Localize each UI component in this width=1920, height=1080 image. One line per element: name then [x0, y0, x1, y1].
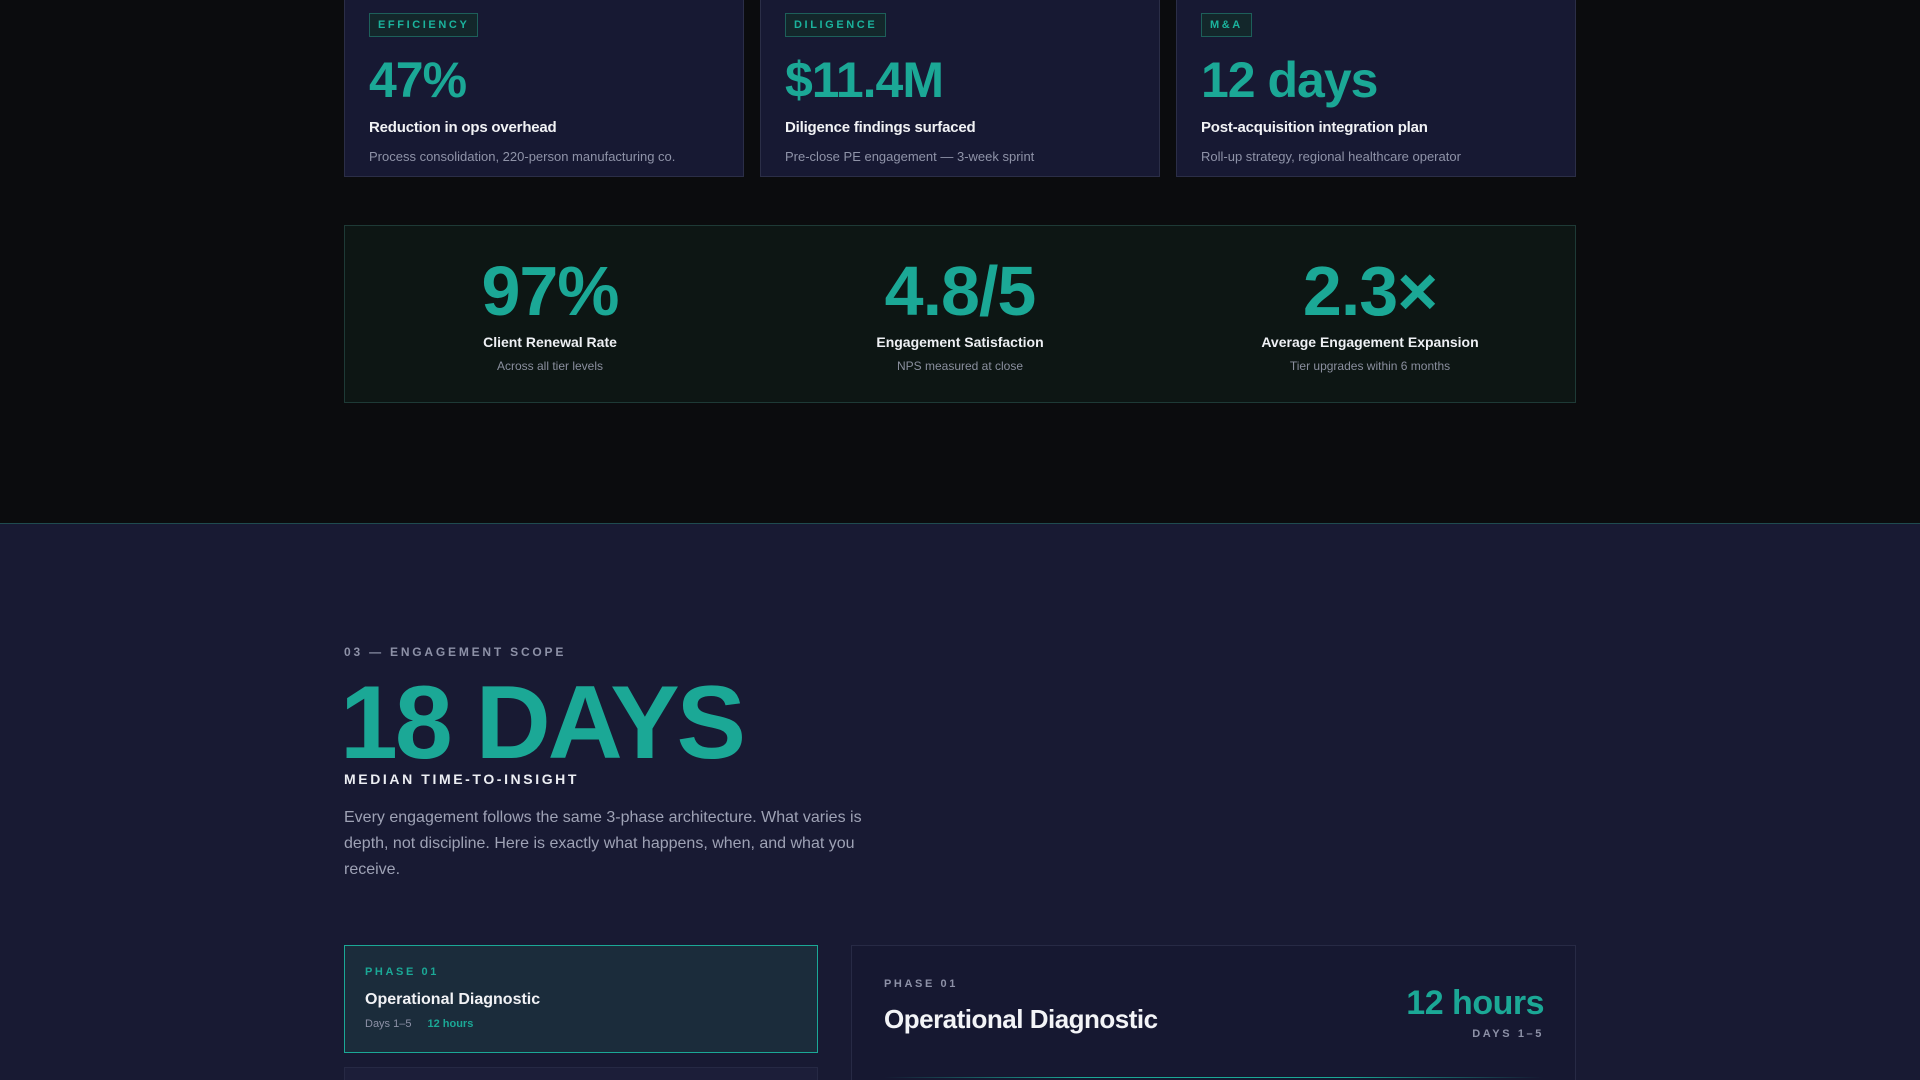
phase-tab-02[interactable]	[344, 1067, 818, 1080]
phase-name: Operational Diagnostic	[365, 991, 541, 1008]
case-value: $11.4M	[785, 52, 944, 108]
stat-title: Client Renewal Rate	[483, 334, 617, 350]
case-study-row: EFFICIENCY 47% Reduction in ops overhead…	[344, 0, 1576, 177]
engagement-scope-section: 03 — ENGAGEMENT SCOPE 18 DAYS MEDIAN TIM…	[0, 523, 1920, 1080]
case-tag: EFFICIENCY	[369, 13, 479, 37]
detail-phase-title: Operational Diagnostic	[884, 1004, 1158, 1034]
stat-renewal-rate: 97% Client Renewal Rate Across all tier …	[345, 226, 755, 402]
phase-label: PHASE 01	[365, 966, 439, 978]
case-tag: DILIGENCE	[785, 13, 887, 37]
results-section: EFFICIENCY 47% Reduction in ops overhead…	[0, 0, 1920, 523]
stat-subtitle: Across all tier levels	[496, 359, 604, 373]
phase-tab-01[interactable]: PHASE 01 Operational Diagnostic Days 1–5…	[344, 945, 818, 1053]
case-tag: M&A	[1201, 13, 1252, 37]
stat-value: 4.8/5	[884, 252, 1037, 330]
phase-detail-panel: PHASE 01 Operational Diagnostic 12 hours…	[851, 945, 1576, 1080]
stat-satisfaction: 4.8/5 Engagement Satisfaction NPS measur…	[755, 226, 1165, 402]
stat-expansion: 2.3× Average Engagement Expansion Tier u…	[1165, 226, 1575, 402]
stat-subtitle: Tier upgrades within 6 months	[1289, 359, 1451, 373]
stat-value: 2.3×	[1302, 252, 1438, 330]
case-value: 12 days	[1201, 52, 1378, 108]
detail-hours: 12 hours	[1406, 984, 1544, 1022]
section-description: Every engagement follows the same 3-phas…	[344, 809, 862, 878]
detail-days: DAYS 1–5	[1472, 1028, 1544, 1040]
phase-days: Days 1–5	[365, 1018, 412, 1030]
case-desc: Pre-close PE engagement — 3-week sprint	[785, 149, 1035, 164]
page: EFFICIENCY 47% Reduction in ops overhead…	[0, 0, 1920, 1080]
case-title: Diligence findings surfaced	[785, 119, 976, 136]
stat-title: Average Engagement Expansion	[1261, 334, 1479, 350]
phase-hours: 12 hours	[427, 1018, 474, 1030]
case-card-efficiency[interactable]: EFFICIENCY 47% Reduction in ops overhead…	[344, 0, 744, 177]
hero-metric: 18 DAYS	[340, 665, 746, 781]
case-value: 47%	[369, 52, 467, 108]
case-desc: Process consolidation, 220-person manufa…	[369, 149, 676, 164]
case-card-m-and-a[interactable]: M&A 12 days Post-acquisition integration…	[1176, 0, 1576, 177]
case-title: Post-acquisition integration plan	[1201, 119, 1428, 136]
case-desc: Roll-up strategy, regional healthcare op…	[1201, 149, 1461, 164]
detail-divider	[884, 1077, 1543, 1078]
case-title: Reduction in ops overhead	[369, 119, 557, 136]
stats-panel: 97% Client Renewal Rate Across all tier …	[344, 225, 1576, 403]
phase-meta: Days 1–5 12 hours	[365, 1018, 817, 1030]
detail-phase-label: PHASE 01	[884, 978, 958, 990]
stat-title: Engagement Satisfaction	[876, 334, 1044, 350]
section-eyebrow: 03 — ENGAGEMENT SCOPE	[344, 645, 567, 659]
case-card-diligence[interactable]: DILIGENCE $11.4M Diligence findings surf…	[760, 0, 1160, 177]
hero-metric-label: MEDIAN TIME-TO-INSIGHT	[344, 771, 580, 787]
stat-value: 97%	[481, 252, 619, 330]
stat-subtitle: NPS measured at close	[896, 359, 1024, 373]
